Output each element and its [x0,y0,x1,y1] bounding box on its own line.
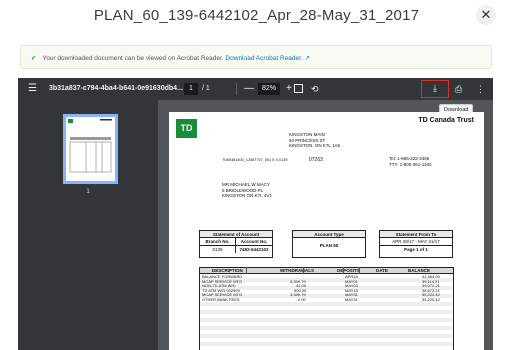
acrobat-download-link[interactable]: Download Acrobat Reader. ↗ [225,55,310,62]
zoom-out-button[interactable]: — [244,78,254,100]
notice-text: Your downloaded document can be viewed o… [42,55,224,62]
pdf-page: TD TD Canada Trust KINGSTON MAIN 94 PRIN… [169,112,484,350]
external-link-icon: ↗ [304,55,311,62]
transactions-header: DESCRIPTION WITHDRAWALS DEPOSITS DATE BA… [199,267,454,274]
account-short-code: 07263 [309,157,323,163]
reference-code: T04B481400_12587757_001 E 0 0139 [222,158,288,162]
download-modal: PLAN_60_139-6442102_Apr_28-May_31_2017 ✕… [0,0,513,350]
bank-name: TD Canada Trust [418,117,474,124]
download-button[interactable]: ⤓ [421,80,449,98]
download-icon: ⤓ [433,83,437,93]
statement-period-box: Statement From To APR 28/17 - MAY 31/17 … [379,230,453,258]
pdf-toolbar: ☰ 3b31a837-c794-4ba4-b641-0e91630db4... … [18,78,493,100]
bank-phone: Tel: 1-866-222-3456 TTY: 1-800-361-1180 [389,156,432,167]
thumbnail-sidebar: 1 [18,100,158,350]
download-notice: ✓ Your downloaded document can be viewed … [20,45,492,69]
thumbnail-page-number: 1 [86,189,90,195]
page-number-input[interactable]: 1 [184,83,198,95]
more-options-icon[interactable]: ⋮ [476,78,485,100]
menu-icon[interactable]: ☰ [28,78,37,100]
close-icon: ✕ [480,7,492,22]
branch-address: KINGSTON MAIN 94 PRINCESS ST KINGSTON, O… [289,132,341,148]
statement-of-account-box: Statement of Account Branch No. Account … [199,230,273,258]
toolbar-divider [236,83,237,95]
modal-title: PLAN_60_139-6442102_Apr_28-May_31_2017 [93,7,420,24]
pdf-viewer: ☰ 3b31a837-c794-4ba4-b641-0e91630db4... … [18,78,493,350]
close-button[interactable]: ✕ [476,5,496,25]
zoom-in-button[interactable]: + [286,78,292,100]
customer-address: MR MICHAEL W MACY 5 BRIDLEWOOD PL KINGST… [222,182,272,198]
page-total: / 1 [202,85,210,92]
td-logo: TD [176,119,197,138]
account-type-box: Account Type PLAN 60 [292,230,366,258]
table-row: OTHER BANK FEES 2.00 MAY31 35,220.42 [202,296,440,302]
print-icon[interactable]: ⎙ [455,78,462,100]
document-name: 3b31a837-c794-4ba4-b641-0e91630db4... [49,85,183,92]
page-thumbnail[interactable] [63,114,118,184]
fit-page-icon[interactable] [294,84,303,93]
rotate-icon[interactable]: ⟲ [311,78,319,100]
check-icon: ✓ [31,55,37,62]
zoom-input[interactable]: 82% [258,83,280,95]
transactions-table: BALANCE FORWARD APR28 42,464.00 MCAP SER… [199,274,454,350]
